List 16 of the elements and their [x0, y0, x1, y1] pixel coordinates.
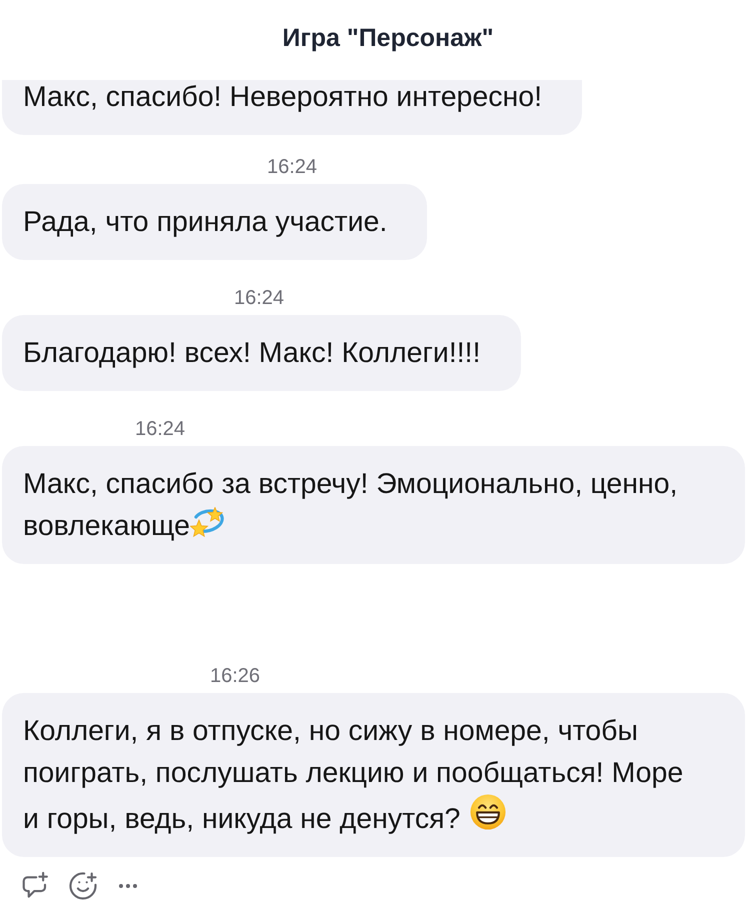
message-text: Рада, что приняла участие.: [23, 206, 388, 238]
message-text: Коллеги, я в отпуске, но сижу в номере, чтобы: [23, 715, 638, 747]
add-reaction-icon[interactable]: [68, 871, 98, 901]
grinning-emoji-icon: [470, 794, 506, 830]
message-time: 16:24: [135, 417, 186, 441]
message-text: Макс, спасибо! Невероятно интересно!: [23, 81, 542, 113]
message-time: 16:26: [210, 664, 260, 688]
message-text: вовлекающе: [23, 510, 190, 542]
message-time: 16:24: [267, 155, 318, 179]
message-text: и горы, ведь, никуда не денутся?: [23, 803, 460, 835]
message-text: Благодарю! всех! Макс! Коллеги!!!!: [23, 337, 480, 369]
message-text: поиграть, послушать лекцию и пообщаться! Море: [23, 757, 684, 789]
dizzy-emoji-icon: [190, 507, 224, 539]
message-time: 16:24: [234, 286, 284, 310]
chat-title: Игра "Персонаж": [282, 24, 494, 52]
message-text: Макс, спасибо за встречу! Эмоционально, ценно,: [23, 468, 678, 500]
